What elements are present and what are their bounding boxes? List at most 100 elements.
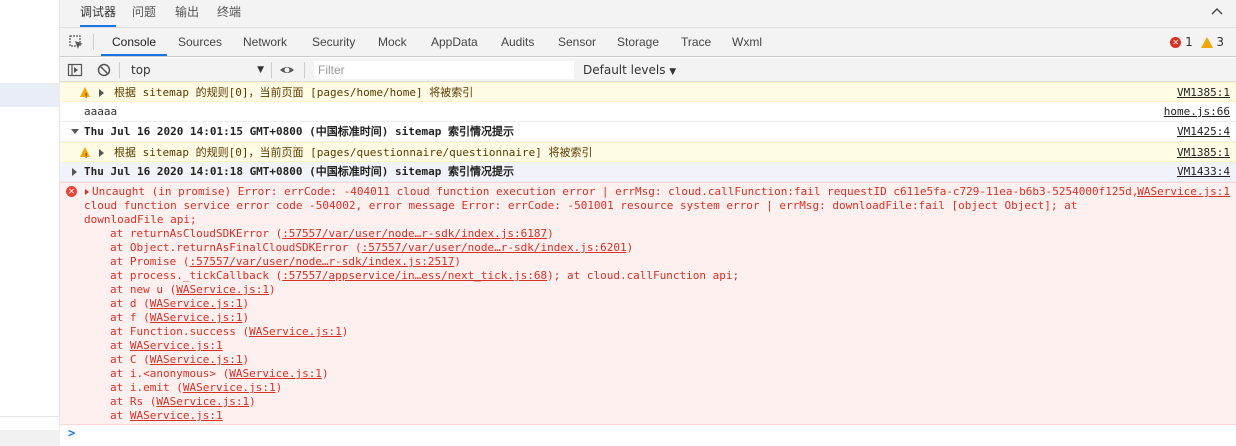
sidebar-divider [0, 416, 60, 417]
stack-frame-link[interactable]: WAService.js:1 [229, 367, 322, 380]
console-group[interactable]: Thu Jul 16 2020 14:01:15 GMT+0800 (中国标准时… [60, 122, 1236, 142]
inspect-icon[interactable] [69, 35, 84, 50]
stack-frame: at i.<anonymous> (WAService.js:1) [110, 367, 739, 381]
collapse-icon[interactable] [1210, 4, 1224, 18]
message-text: 根据 sitemap 的规则[0]，当前页面 [pages/home/home]… [114, 86, 474, 99]
stack-frame-link[interactable]: WAService.js:1 [150, 353, 243, 366]
panel-tabbar: 调试器 问题 输出 终端 [60, 0, 1236, 28]
stack-frame: at C (WAService.js:1) [110, 353, 739, 367]
stack-frame: at new u (WAService.js:1) [110, 283, 739, 297]
tab-wxml[interactable]: Wxml [732, 28, 762, 56]
stack-frame-text: ) [275, 381, 283, 394]
tab-appdata[interactable]: AppData [431, 28, 478, 56]
source-link[interactable]: home.js:66 [1164, 105, 1230, 119]
stack-frame-link[interactable]: :57557/var/user/node…r-sdk/index.js:6187 [282, 227, 547, 240]
warning-icon: ! [80, 87, 90, 100]
console-error[interactable]: ✕ Uncaught (in promise) Error: errCode: … [60, 182, 1236, 425]
issue-counts[interactable]: ✕ 1 3 [1170, 35, 1224, 51]
stack-frame: at Rs (WAService.js:1) [110, 395, 739, 409]
group-title: Thu Jul 16 2020 14:01:18 GMT+0800 (中国标准时… [84, 165, 515, 178]
debugger-panel: 调试器 问题 输出 终端 Console Sources Network Sec… [60, 0, 1236, 446]
stack-frame-link[interactable]: WAService.js:1 [150, 311, 243, 324]
console-toolbar: top ▼ Default levels ▼ [60, 58, 1236, 82]
tab-debugger[interactable]: 调试器 [80, 0, 117, 27]
clear-icon[interactable] [96, 62, 112, 78]
stack-frame-text: at i.emit ( [110, 381, 183, 394]
devtools-tabbar: Console Sources Network Security Mock Ap… [60, 28, 1236, 57]
eye-icon[interactable] [279, 62, 295, 78]
expand-arrow-icon[interactable] [99, 149, 104, 157]
tab-network[interactable]: Network [243, 28, 287, 56]
context-value: top [131, 63, 151, 77]
stack-frame-link[interactable]: :57557/var/user/node…r-sdk/index.js:6201 [362, 241, 627, 254]
tab-sensor[interactable]: Sensor [558, 28, 596, 56]
stack-frame-text: at d ( [110, 297, 150, 310]
tab-console[interactable]: Console [101, 28, 168, 56]
stack-frame: at returnAsCloudSDKError (:57557/var/use… [110, 227, 739, 241]
stack-frame: at f (WAService.js:1) [110, 311, 739, 325]
source-link[interactable]: VM1433:4 [1177, 165, 1230, 179]
stack-frame-text: ) [547, 227, 554, 240]
stack-frame-link[interactable]: WAService.js:1 [130, 409, 223, 422]
stack-frame-text: at Object.returnAsFinalCloudSDKError ( [110, 241, 362, 254]
tab-trace[interactable]: Trace [681, 28, 711, 56]
expand-arrow-icon[interactable] [99, 89, 104, 97]
tab-output[interactable]: 输出 [175, 0, 199, 27]
source-link[interactable]: VM1385:1 [1177, 86, 1230, 100]
levels-dropdown[interactable]: Default levels ▼ [583, 61, 676, 79]
toolbar-separator [304, 62, 305, 78]
stack-frame-link[interactable]: WAService.js:1 [176, 283, 269, 296]
stack-frame-link[interactable]: WAService.js:1 [183, 381, 276, 394]
group-title: Thu Jul 16 2020 14:01:15 GMT+0800 (中国标准时… [84, 125, 515, 138]
toolbar-separator [119, 62, 120, 78]
stack-frame-text: ) [454, 255, 462, 268]
stack-frame-link[interactable]: WAService.js:1 [249, 325, 342, 338]
tab-audits[interactable]: Audits [501, 28, 534, 56]
tab-terminal[interactable]: 终端 [217, 0, 241, 27]
console-log: aaaaa home.js:66 [60, 102, 1236, 122]
stack-frame-link[interactable]: WAService.js:1 [156, 395, 249, 408]
source-link[interactable]: WAService.js:1 [1137, 185, 1230, 199]
error-icon: ✕ [66, 186, 77, 197]
stack-frame-text: at Rs ( [110, 395, 157, 408]
tab-storage[interactable]: Storage [617, 28, 659, 56]
tab-mock[interactable]: Mock [378, 28, 407, 56]
stack-frame-link[interactable]: WAService.js:1 [150, 297, 243, 310]
console-group[interactable]: Thu Jul 16 2020 14:01:18 GMT+0800 (中国标准时… [60, 162, 1236, 182]
collapse-arrow-icon[interactable] [71, 129, 79, 134]
stack-frame: at WAService.js:1 [110, 409, 739, 423]
stack-frame: at d (WAService.js:1) [110, 297, 739, 311]
stack-frame-text: ) [242, 311, 250, 324]
sidebar-toggle-icon[interactable] [67, 62, 83, 78]
sidebar-selected-row[interactable] [0, 83, 60, 107]
console-warning[interactable]: ! 根据 sitemap 的规则[0]，当前页面 [pages/question… [60, 142, 1236, 162]
message-text: 根据 sitemap 的规则[0]，当前页面 [pages/questionna… [114, 146, 593, 159]
stack-frame: at i.emit (WAService.js:1) [110, 381, 739, 395]
context-selector[interactable]: top ▼ [124, 61, 268, 79]
error-message: Uncaught (in promise) Error: errCode: -4… [84, 185, 1139, 226]
stack-frame-text: ) [242, 353, 250, 366]
expand-arrow-icon[interactable] [72, 168, 77, 176]
stack-frame-text: at [110, 339, 130, 352]
console-warning[interactable]: ! 根据 sitemap 的规则[0]，当前页面 [pages/home/hom… [60, 82, 1236, 102]
stack-frame-text: at process._tickCallback ( [110, 269, 283, 282]
console-prompt[interactable]: > [60, 424, 1236, 446]
source-link[interactable]: VM1425:4 [1177, 125, 1230, 139]
toolbar-separator [271, 62, 272, 78]
stack-frame: at process._tickCallback (:57557/appserv… [110, 269, 739, 283]
stack-frame-link[interactable]: :57557/appservice/in…ess/next_tick.js:68 [282, 269, 547, 282]
tab-security[interactable]: Security [312, 28, 355, 56]
filter-input[interactable] [314, 61, 574, 79]
warning-count: 3 [1216, 35, 1224, 49]
stack-frame-link[interactable]: WAService.js:1 [130, 339, 223, 352]
warning-icon [1200, 37, 1213, 48]
stack-frame-text: ) [249, 395, 256, 408]
source-link[interactable]: VM1385:1 [1177, 146, 1230, 160]
stack-frame-text: ) [242, 297, 250, 310]
stack-frame-link[interactable]: :57557/var/user/node…r-sdk/index.js:2517 [189, 255, 454, 268]
stack-frame-text: ) [321, 367, 329, 380]
warning-icon: ! [80, 147, 90, 160]
stack-frame-text: at returnAsCloudSDKError ( [110, 227, 283, 240]
tab-problems[interactable]: 问题 [132, 0, 156, 27]
tab-sources[interactable]: Sources [178, 28, 222, 56]
